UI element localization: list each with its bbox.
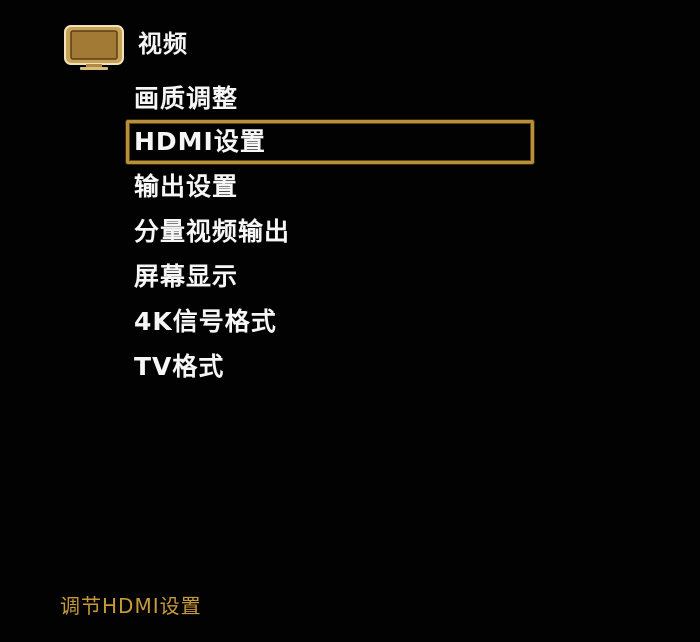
menu-item-output-settings[interactable]: 输出设置: [126, 164, 536, 209]
tv-icon: [64, 25, 124, 71]
status-hint: 调节HDMI设置: [60, 594, 202, 618]
menu-item-screen-display[interactable]: 屏幕显示: [126, 254, 536, 299]
menu-item-picture-adjust[interactable]: 画质调整: [126, 76, 536, 121]
page-title: 视频: [138, 30, 188, 58]
settings-menu: 画质调整 HDMI设置 输出设置 分量视频输出 屏幕显示 4K信号格式 TV格式: [126, 76, 536, 389]
tv-settings-screen: 视频 画质调整 HDMI设置 输出设置 分量视频输出 屏幕显示 4K信号格式 T…: [0, 0, 700, 642]
menu-header: 视频: [64, 25, 188, 71]
menu-item-tv-format[interactable]: TV格式: [126, 344, 536, 389]
menu-item-4k-signal-format[interactable]: 4K信号格式: [126, 299, 536, 344]
menu-item-component-video-output[interactable]: 分量视频输出: [126, 209, 536, 254]
menu-item-hdmi-settings[interactable]: HDMI设置: [126, 120, 534, 164]
